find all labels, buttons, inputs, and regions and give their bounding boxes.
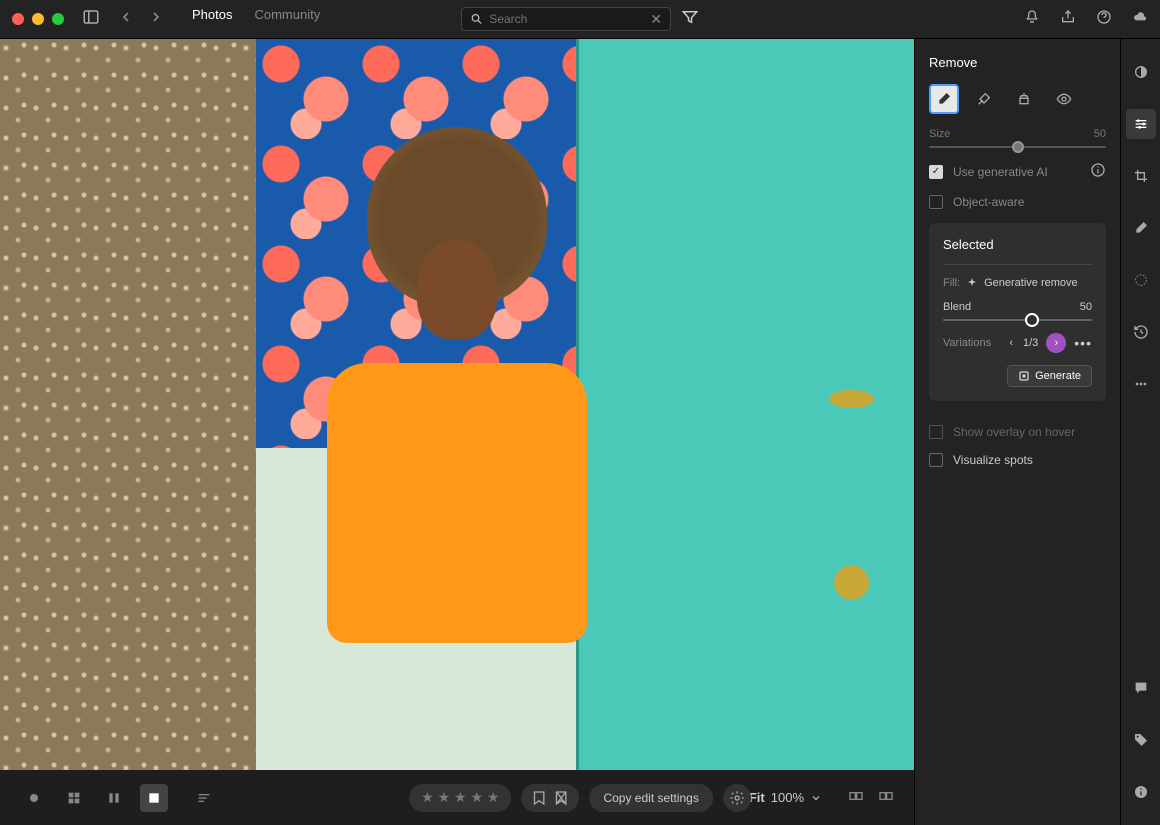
fill-row: Fill: Generative remove <box>943 277 1092 289</box>
comment-icon[interactable] <box>1126 673 1156 703</box>
topbar-right <box>1024 9 1148 30</box>
maximize-window-icon[interactable] <box>52 13 64 25</box>
photo-canvas[interactable] <box>0 39 914 770</box>
fit-label[interactable]: Fit <box>749 790 765 805</box>
view-buttons <box>20 784 218 812</box>
size-slider[interactable]: Size 50 <box>929 128 1106 148</box>
nav-arrows <box>118 9 164 30</box>
object-aware-label: Object-aware <box>953 195 1024 209</box>
filter-icon[interactable] <box>681 8 699 31</box>
variations-next-icon[interactable]: › <box>1046 333 1066 353</box>
eraser-tool-icon[interactable] <box>929 84 959 114</box>
orientation-portrait-icon[interactable] <box>878 788 894 807</box>
variations-row: Variations ‹ 1/3 › ••• <box>943 333 1092 353</box>
generate-icon <box>1018 370 1030 382</box>
heal-brush-icon[interactable] <box>969 84 999 114</box>
copy-settings-button[interactable]: Copy edit settings <box>589 784 712 812</box>
zoom-value[interactable]: 100% <box>771 790 804 805</box>
gear-icon[interactable] <box>723 784 751 812</box>
show-overlay-label: Show overlay on hover <box>953 425 1075 439</box>
clone-stamp-icon[interactable] <box>1009 84 1039 114</box>
selected-title: Selected <box>943 237 1092 252</box>
chevron-down-icon[interactable] <box>810 792 822 804</box>
view-list-icon[interactable] <box>190 784 218 812</box>
tool-strip <box>1120 39 1160 825</box>
rating-stars[interactable]: ★ ★ ★ ★ ★ <box>409 784 511 812</box>
sparkle-icon <box>966 277 978 289</box>
show-overlay-row[interactable]: Show overlay on hover <box>929 425 1106 439</box>
info-panel-icon[interactable] <box>1126 777 1156 807</box>
use-ai-label: Use generative AI <box>953 165 1048 179</box>
search-wrap: ✕ <box>461 7 699 31</box>
search-input[interactable] <box>489 12 644 26</box>
blend-value: 50 <box>1080 301 1092 313</box>
visualize-spots-row[interactable]: Visualize spots <box>929 453 1106 467</box>
right-panel: Remove Size 50 ✓ Use generative AI Objec… <box>914 39 1120 825</box>
tab-community[interactable]: Community <box>254 7 320 32</box>
tag-icon[interactable] <box>1126 725 1156 755</box>
bottombar-center: ★ ★ ★ ★ ★ Copy edit settings <box>409 784 751 812</box>
blend-label: Blend <box>943 301 971 313</box>
share-icon[interactable] <box>1060 9 1076 30</box>
visualize-spots-label: Visualize spots <box>953 453 1033 467</box>
mask-icon[interactable] <box>1126 265 1156 295</box>
view-detail-icon[interactable] <box>140 784 168 812</box>
window-controls <box>12 13 64 25</box>
orient-icons <box>848 788 894 807</box>
main: ★ ★ ★ ★ ★ Copy edit settings Fit 100% <box>0 39 1160 825</box>
tab-photos[interactable]: Photos <box>192 7 232 42</box>
view-grid-icon[interactable] <box>60 784 88 812</box>
heal-icon[interactable] <box>1126 213 1156 243</box>
variations-label: Variations <box>943 337 999 349</box>
orientation-landscape-icon[interactable] <box>848 788 864 807</box>
info-icon[interactable] <box>1090 162 1106 181</box>
blend-slider[interactable]: Blend 50 <box>943 301 1092 321</box>
eye-icon[interactable] <box>1049 84 1079 114</box>
help-icon[interactable] <box>1096 9 1112 30</box>
variations-prev-icon[interactable]: ‹ <box>1007 335 1015 351</box>
fill-label: Fill: <box>943 277 960 289</box>
more-tools-icon[interactable] <box>1126 369 1156 399</box>
crop-icon[interactable] <box>1126 161 1156 191</box>
size-label: Size <box>929 128 950 140</box>
view-compare-icon[interactable] <box>100 784 128 812</box>
sliders-icon[interactable] <box>1126 109 1156 139</box>
selected-card: Selected Fill: Generative remove Blend 5… <box>929 223 1106 401</box>
visualize-spots-checkbox[interactable] <box>929 453 943 467</box>
photo-placeholder <box>0 39 914 770</box>
bell-icon[interactable] <box>1024 9 1040 30</box>
search-icon <box>470 11 483 27</box>
use-ai-row[interactable]: ✓ Use generative AI <box>929 162 1106 181</box>
top-tabs: Photos Community <box>192 7 320 32</box>
variations-count: 1/3 <box>1023 337 1038 349</box>
search-clear-icon[interactable]: ✕ <box>650 11 662 28</box>
generate-button[interactable]: Generate <box>1007 365 1092 387</box>
object-aware-row[interactable]: Object-aware <box>929 195 1106 209</box>
generate-row: Generate <box>943 365 1092 387</box>
generate-label: Generate <box>1035 370 1081 382</box>
view-single-icon[interactable] <box>20 784 48 812</box>
zoom-group: Fit 100% <box>749 788 894 807</box>
remove-tool-icons <box>929 84 1106 114</box>
edit-tool-icon[interactable] <box>1126 57 1156 87</box>
show-overlay-checkbox[interactable] <box>929 425 943 439</box>
object-aware-checkbox[interactable] <box>929 195 943 209</box>
forward-icon[interactable] <box>148 9 164 30</box>
close-window-icon[interactable] <box>12 13 24 25</box>
panel-title: Remove <box>929 55 1106 70</box>
search-box[interactable]: ✕ <box>461 7 671 31</box>
fill-value: Generative remove <box>984 277 1078 289</box>
minimize-window-icon[interactable] <box>32 13 44 25</box>
size-value: 50 <box>1094 128 1106 140</box>
use-ai-checkbox[interactable]: ✓ <box>929 165 943 179</box>
canvas-area: ★ ★ ★ ★ ★ Copy edit settings Fit 100% <box>0 39 914 825</box>
sidebar-toggle-icon[interactable] <box>82 8 100 31</box>
back-icon[interactable] <box>118 9 134 30</box>
history-icon[interactable] <box>1126 317 1156 347</box>
more-icon[interactable]: ••• <box>1074 335 1092 351</box>
top-bar: Photos Community ✕ <box>0 0 1160 39</box>
bottom-bar: ★ ★ ★ ★ ★ Copy edit settings Fit 100% <box>0 770 914 825</box>
cloud-icon[interactable] <box>1132 9 1148 30</box>
flag-buttons[interactable] <box>521 784 579 812</box>
